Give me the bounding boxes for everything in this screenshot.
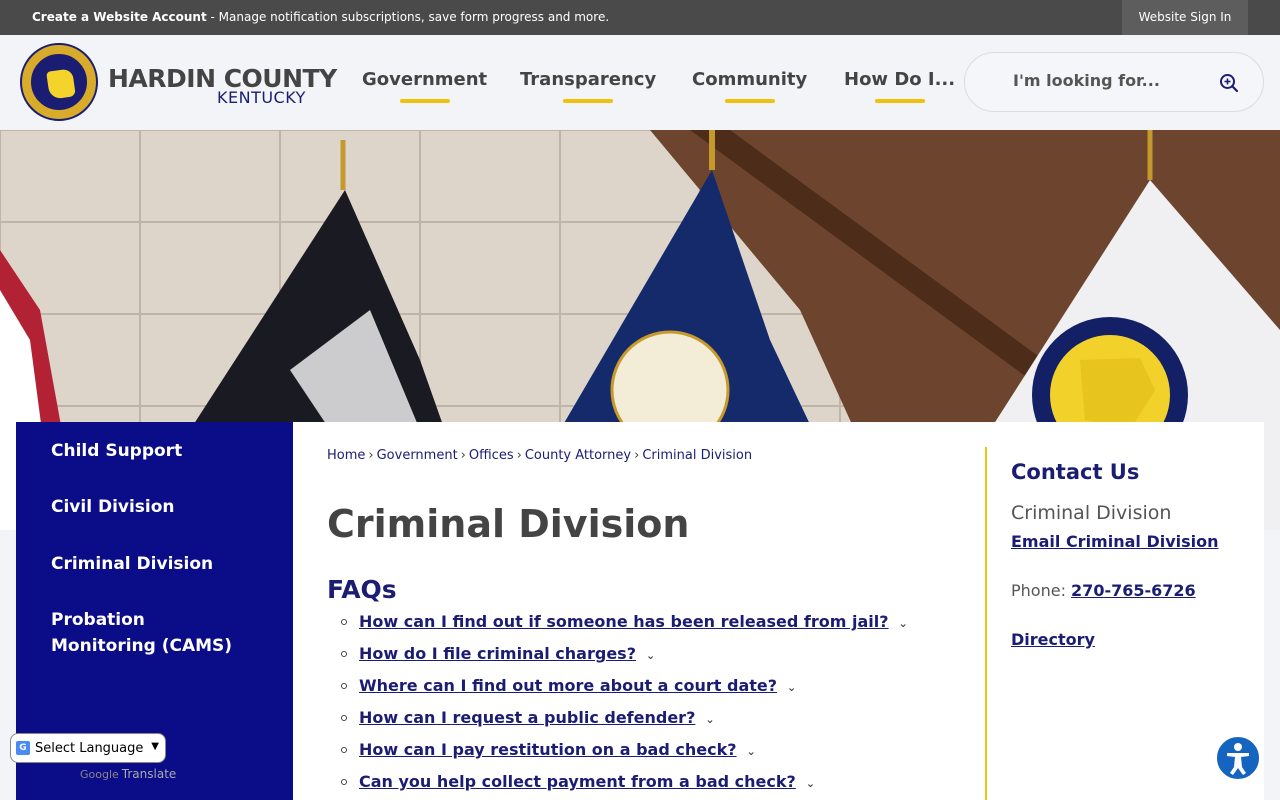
nav-label: How Do I...	[844, 69, 956, 90]
faq-link[interactable]: Can you help collect payment from a bad …	[359, 772, 815, 791]
search-icon[interactable]	[1219, 73, 1239, 93]
county-seal-logo[interactable]	[20, 43, 98, 121]
bullet	[341, 683, 347, 689]
seal-inner	[29, 52, 89, 112]
bullet	[341, 779, 347, 785]
chevron-down-icon[interactable]: ⌄	[705, 713, 714, 726]
nav-underline	[724, 99, 775, 103]
bullet	[341, 715, 347, 721]
nav-how-do-i[interactable]: How Do I...	[844, 69, 956, 103]
faq-link[interactable]: How do I file criminal charges? ⌄	[359, 644, 655, 663]
account-tagline: - Manage notification subscriptions, sav…	[206, 10, 610, 24]
chevron-down-icon: ▼	[151, 741, 159, 752]
breadcrumb-county-attorney[interactable]: County Attorney	[525, 448, 631, 463]
top-utility-bar: Create a Website Account - Manage notifi…	[0, 0, 1280, 35]
site-search	[964, 52, 1264, 112]
chevron-down-icon[interactable]: ⌄	[806, 777, 815, 790]
nav-label: Transparency	[520, 69, 657, 90]
bullet	[341, 747, 347, 753]
powered-by-google: Google Translate	[80, 767, 176, 781]
contact-heading: Contact Us	[1011, 460, 1140, 484]
directory-link[interactable]: Directory	[1011, 630, 1251, 649]
sidebar-item-criminal-division[interactable]: Criminal Division	[51, 551, 271, 577]
nav-label: Community	[692, 69, 808, 90]
nav-government[interactable]: Government	[362, 69, 488, 103]
language-select-label: Select Language	[35, 741, 144, 756]
nav-community[interactable]: Community	[692, 69, 808, 103]
chevron-down-icon[interactable]: ⌄	[747, 745, 756, 758]
contact-department: Criminal Division	[1011, 502, 1172, 524]
account-message: Create a Website Account - Manage notifi…	[32, 10, 609, 24]
sidebar-item-civil-division[interactable]: Civil Division	[51, 494, 271, 520]
website-sign-in-button[interactable]: Website Sign In	[1122, 0, 1248, 35]
breadcrumb: Home › Government › Offices › County Attorney ›…	[327, 448, 752, 463]
faq-link[interactable]: How can I request a public defender? ⌄	[359, 708, 715, 727]
translate-link[interactable]: Translate	[122, 767, 177, 781]
chevron-down-icon[interactable]: ⌄	[646, 649, 655, 662]
sidebar-item-probation-monitoring[interactable]: Probation Monitoring (CAMS)	[51, 607, 241, 659]
language-select[interactable]: G Select Language ▼	[10, 733, 166, 763]
content-divider	[985, 447, 987, 800]
nav-underline	[563, 99, 614, 103]
faq-question: How can I request a public defender?	[359, 708, 696, 727]
bullet	[341, 651, 347, 657]
site-subtitle: KENTUCKY	[217, 88, 306, 107]
chevron-down-icon[interactable]: ⌄	[899, 617, 908, 630]
faq-link[interactable]: How can I find out if someone has been r…	[359, 612, 908, 631]
nav-underline	[399, 99, 450, 103]
nav-transparency[interactable]: Transparency	[520, 69, 657, 103]
faq-question: How can I find out if someone has been r…	[359, 612, 889, 631]
chevron-down-icon[interactable]: ⌄	[787, 681, 796, 694]
phone-link[interactable]: 270-765-6726	[1071, 581, 1196, 600]
bullet	[341, 619, 347, 625]
accessibility-button[interactable]	[1215, 735, 1261, 781]
accessibility-icon	[1227, 743, 1249, 775]
google-label: Google	[80, 768, 119, 781]
create-account-link[interactable]: Create a Website Account	[32, 10, 207, 24]
faq-question: Where can I find out more about a court …	[359, 676, 778, 695]
phone-label: Phone:	[1011, 581, 1072, 600]
nav-label: Government	[362, 69, 488, 90]
search-input[interactable]	[1013, 71, 1213, 90]
nav-underline	[874, 99, 925, 103]
breadcrumb-home[interactable]: Home	[327, 448, 365, 463]
breadcrumb-offices[interactable]: Offices	[469, 448, 514, 463]
breadcrumb-separator: ›	[368, 448, 374, 463]
breadcrumb-current: Criminal Division	[642, 448, 753, 463]
breadcrumb-separator: ›	[516, 448, 522, 463]
breadcrumb-separator: ›	[460, 448, 466, 463]
sidebar-item-child-support[interactable]: Child Support	[51, 438, 271, 464]
faq-heading: FAQs	[327, 575, 397, 604]
google-translate-icon: G	[16, 741, 30, 755]
email-link[interactable]: Email Criminal Division	[1011, 532, 1219, 551]
breadcrumb-separator: ›	[634, 448, 640, 463]
site-header: HARDIN COUNTY KENTUCKY Government Transp…	[0, 35, 1280, 130]
faq-question: Can you help collect payment from a bad …	[359, 772, 796, 791]
faq-question: How can I pay restitution on a bad check…	[359, 740, 737, 759]
contact-us-panel: Contact Us Criminal Division Email Crimi…	[1011, 460, 1251, 649]
faq-link[interactable]: Where can I find out more about a court …	[359, 676, 796, 695]
breadcrumb-government[interactable]: Government	[377, 448, 458, 463]
faq-link[interactable]: How can I pay restitution on a bad check…	[359, 740, 756, 759]
contact-phone: Phone: 270-765-6726	[1011, 581, 1251, 600]
county-shape-icon	[46, 68, 76, 100]
faq-question: How do I file criminal charges?	[359, 644, 636, 663]
page-title: Criminal Division	[327, 502, 690, 546]
